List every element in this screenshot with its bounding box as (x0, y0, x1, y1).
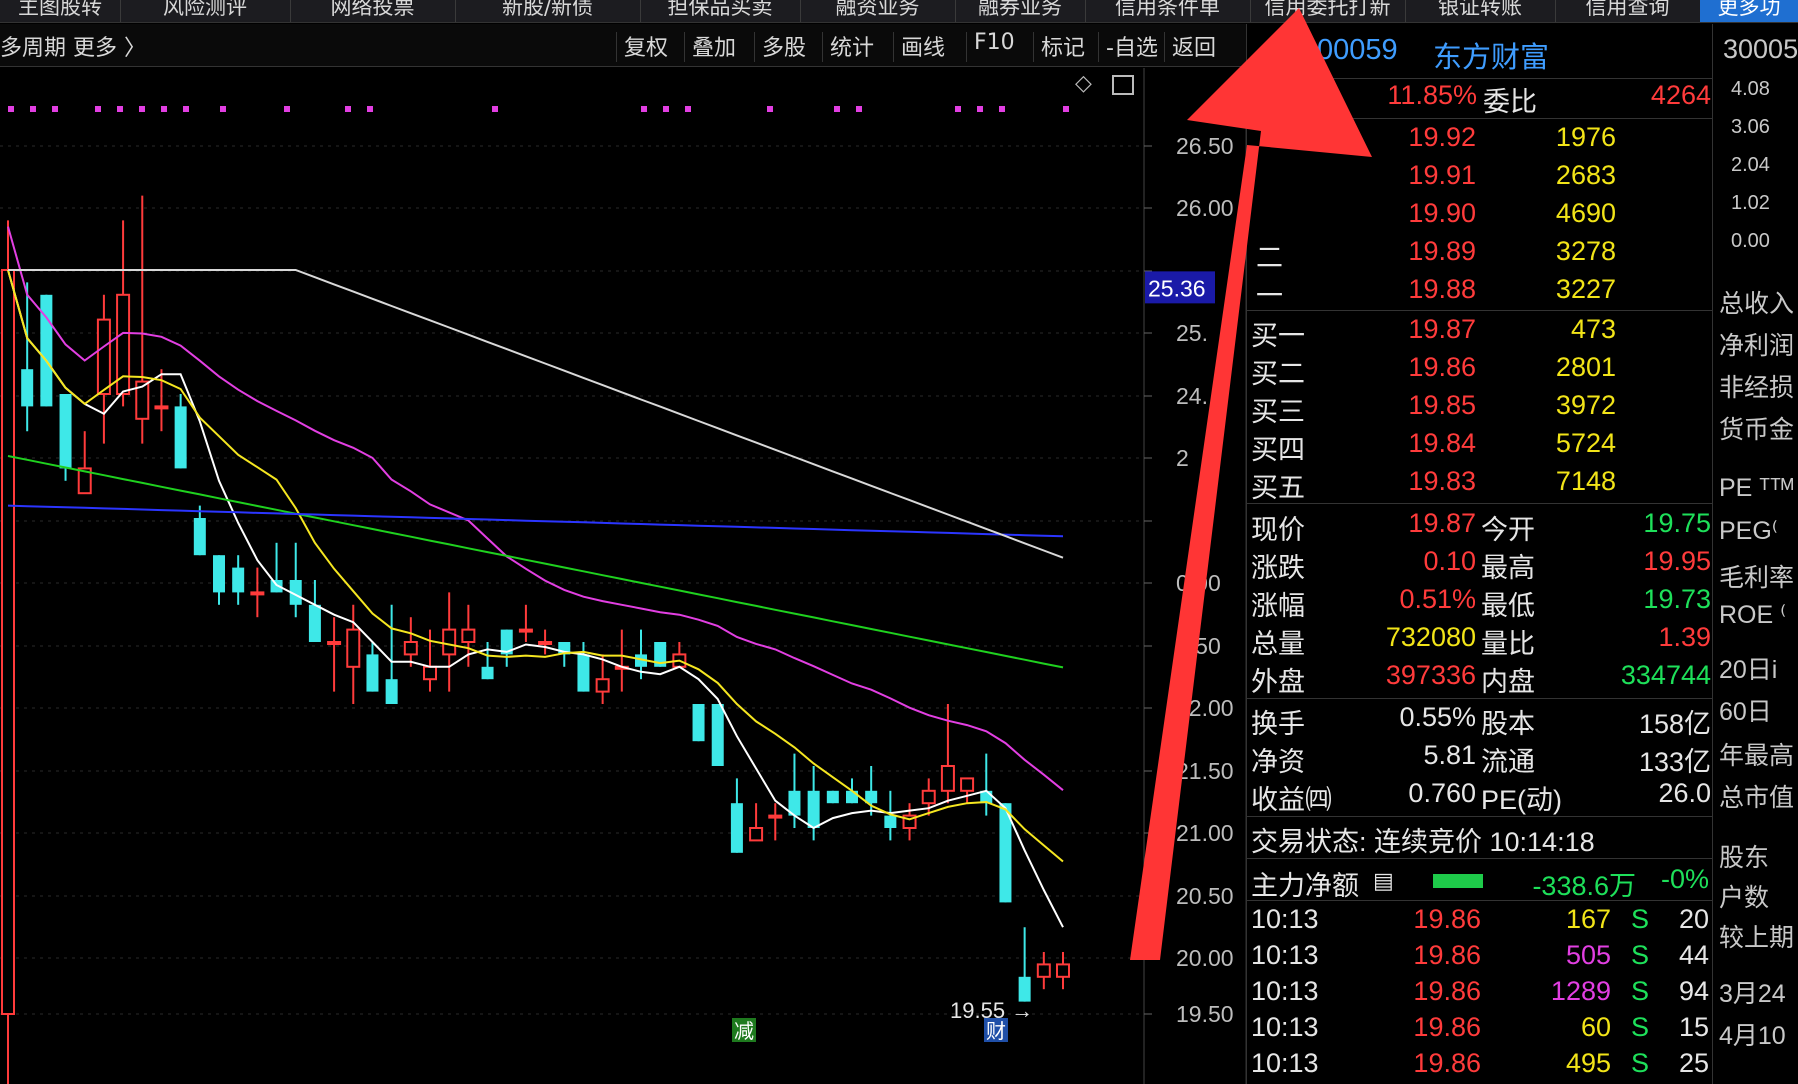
toolbar-separator (822, 32, 823, 62)
toolbar-button-2[interactable]: 多股 (762, 30, 806, 62)
toolbar-button-1[interactable]: 叠加 (692, 30, 736, 62)
toolbar-separator (1098, 32, 1099, 62)
toolbar-button-4[interactable]: 画线 (901, 30, 945, 62)
toolbar-separator (754, 32, 755, 62)
toolbar-separator (893, 32, 894, 62)
toolbar-separator (684, 32, 685, 62)
toolbar-button-7[interactable]: -自选 (1106, 30, 1158, 62)
toolbar-separator (966, 32, 967, 62)
toolbar-separator (1164, 32, 1165, 62)
toolbar-button-3[interactable]: 统计 (830, 30, 874, 62)
red-arrow-shape (1103, 8, 1372, 960)
toolbar-button-0[interactable]: 复权 (624, 30, 668, 62)
toolbar-separator (616, 32, 617, 62)
annotation-arrow (1103, 8, 1372, 960)
toolbar-button-8[interactable]: 返回 (1172, 30, 1216, 62)
period-more-button[interactable]: 多周期 更多 〉 (0, 30, 146, 62)
toolbar-separator (1033, 32, 1034, 62)
toolbar-button-6[interactable]: 标记 (1041, 30, 1085, 62)
toolbar-button-5[interactable]: F10 (974, 30, 1015, 55)
